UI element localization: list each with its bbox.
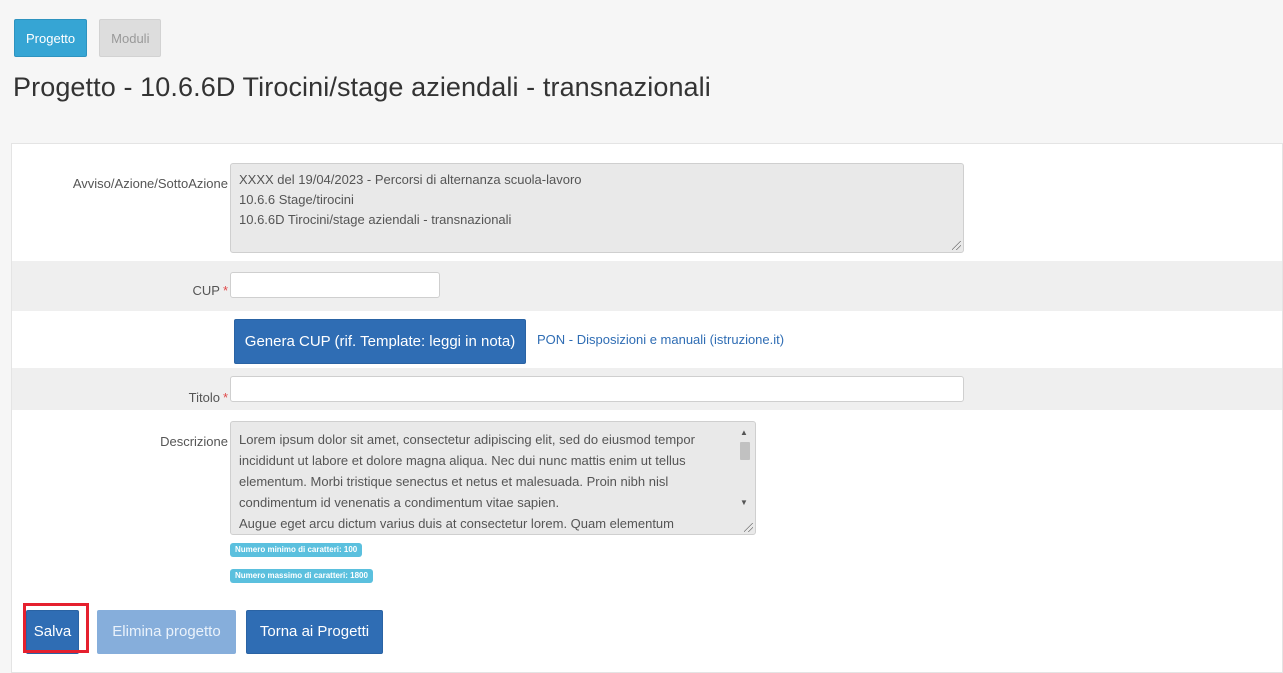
avviso-line-2: 10.6.6 Stage/tirocini <box>239 192 354 207</box>
scroll-up-icon[interactable]: ▲ <box>737 428 751 438</box>
page-title: Progetto - 10.6.6D Tirocini/stage aziend… <box>13 72 711 102</box>
titolo-input[interactable] <box>230 376 964 402</box>
cup-input[interactable] <box>230 272 440 298</box>
pon-link[interactable]: PON - Disposizioni e manuali (istruzione… <box>537 332 784 347</box>
descrizione-scrollbar[interactable]: ▲ ▼ <box>737 428 751 520</box>
top-tabs: Progetto Moduli <box>14 19 162 57</box>
scroll-down-icon[interactable]: ▼ <box>737 498 751 508</box>
titolo-required-mark: * <box>222 390 228 405</box>
titolo-label: Titolo * <box>189 390 228 405</box>
badge-max-chars: Numero massimo di caratteri: 1800 <box>230 569 373 583</box>
descrizione-line-2: incididunt ut labore et dolore magna ali… <box>239 453 686 468</box>
project-form-panel: Avviso/Azione/SottoAzione XXXX del 19/04… <box>11 143 1283 673</box>
avviso-textarea[interactable]: XXXX del 19/04/2023 - Percorsi di altern… <box>230 163 964 253</box>
genera-cup-button[interactable]: Genera CUP (rif. Template: leggi in nota… <box>234 319 526 364</box>
descrizione-line-3: elementum. Morbi tristique senectus et n… <box>239 474 669 489</box>
avviso-line-3: 10.6.6D Tirocini/stage aziendali - trans… <box>239 212 512 227</box>
descrizione-label: Descrizione <box>160 434 228 449</box>
scroll-thumb[interactable] <box>740 442 750 460</box>
avviso-label: Avviso/Azione/SottoAzione <box>72 176 228 191</box>
cup-row: CUP * <box>12 261 1282 311</box>
genera-cup-row: Genera CUP (rif. Template: leggi in nota… <box>12 311 1282 367</box>
titolo-label-text: Titolo <box>188 390 220 405</box>
cup-required-mark: * <box>222 283 228 298</box>
cup-label-text: CUP <box>192 283 220 298</box>
descrizione-line-4: condimentum id venenatis a condimentum v… <box>239 495 560 510</box>
descrizione-line-5: Augue eget arcu dictum varius duis at co… <box>239 516 674 531</box>
avviso-row: Avviso/Azione/SottoAzione XXXX del 19/04… <box>12 144 1282 261</box>
descrizione-line-1: Lorem ipsum dolor sit amet, consectetur … <box>239 432 695 447</box>
badge-min-chars: Numero minimo di caratteri: 100 <box>230 543 363 557</box>
descrizione-textarea[interactable]: Lorem ipsum dolor sit amet, consectetur … <box>230 421 756 535</box>
resize-grip-icon[interactable] <box>952 241 961 250</box>
resize-grip-icon[interactable] <box>744 523 753 532</box>
tab-progetto[interactable]: Progetto <box>14 19 88 57</box>
save-highlight-box <box>23 603 89 653</box>
descrizione-row: Descrizione Lorem ipsum dolor sit amet, … <box>12 410 1282 590</box>
avviso-line-1: XXXX del 19/04/2023 - Percorsi di altern… <box>239 172 582 187</box>
cup-label: CUP * <box>192 283 228 298</box>
tab-moduli[interactable]: Moduli <box>99 19 162 57</box>
back-to-projects-button[interactable]: Torna ai Progetti <box>246 610 383 654</box>
titolo-row: Titolo * <box>12 368 1282 410</box>
delete-project-button[interactable]: Elimina progetto <box>97 610 236 654</box>
